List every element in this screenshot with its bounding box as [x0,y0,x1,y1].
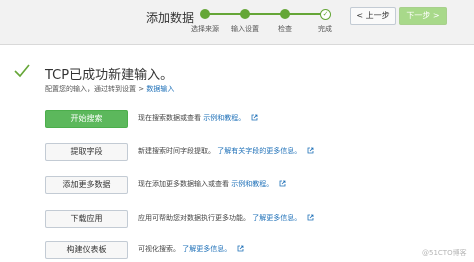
action-row-build-dashboard: 构建仪表板 可视化搜索。 了解更多信息。 [45,241,465,259]
step-2-label: 输入设置 [231,25,259,33]
action-description: 现在搜索数据或查看 示例和教程。 [138,113,258,123]
wizard-progress-line [205,13,325,15]
action-row-download-apps: 下载应用 应用可帮助您对数据执行更多功能。 了解更多信息。 [45,210,465,228]
add-more-data-button[interactable]: 添加更多数据 [45,176,128,194]
success-title: TCP已成功新建输入。 [45,68,174,83]
action-description: 现在添加更多数据输入或查看 示例和教程。 [138,179,286,189]
action-description: 可视化搜索。 了解更多信息。 [138,244,244,254]
action-description: 应用可帮助您对数据执行更多功能。 了解更多信息。 [138,213,314,223]
action-row-start-search: 开始搜索 现在搜索数据或查看 示例和教程。 [45,110,465,128]
external-link-icon[interactable] [307,147,314,154]
action-row-extract-fields: 提取字段 新建搜索时间字段提取。 了解有关字段的更多信息。 [45,143,465,161]
success-check-icon [14,64,30,78]
extract-fields-button[interactable]: 提取字段 [45,143,128,161]
next-button[interactable]: 下一步 > [399,7,447,25]
watermark: @51CTO博客 [422,249,467,257]
external-link-icon[interactable] [251,114,258,121]
step-1-dot [200,9,210,19]
external-link-icon[interactable] [279,180,286,187]
success-subtitle: 配置您的输入，通过转到设置 > 数据输入 [45,84,174,94]
download-apps-button[interactable]: 下载应用 [45,210,128,228]
action-row-add-more-data: 添加更多数据 现在添加更多数据输入或查看 示例和教程。 [45,176,465,194]
wizard-steps: ✓ 选择来源 输入设置 检查 完成 [191,6,339,36]
subtitle-text: 配置您的输入，通过转到设置 > [45,85,147,93]
examples-tutorials-link[interactable]: 示例和教程。 [231,180,273,188]
step-4-label: 完成 [318,25,332,33]
step-3-label: 检查 [278,25,292,33]
description-text: 现在搜索数据或查看 [138,114,201,122]
description-text: 新建搜索时间字段提取。 [138,147,215,155]
description-text: 应用可帮助您对数据执行更多功能。 [138,214,250,222]
description-text: 可视化搜索。 [138,245,180,253]
description-text: 现在添加更多数据输入或查看 [138,180,229,188]
header-bar: 添加数据 ✓ 选择来源 输入设置 检查 完成 < 上一步 下一步 > [0,0,474,45]
step-4-check-icon: ✓ [320,9,331,20]
data-inputs-link[interactable]: 数据输入 [146,85,174,93]
action-description: 新建搜索时间字段提取。 了解有关字段的更多信息。 [138,146,314,156]
external-link-icon[interactable] [307,214,314,221]
previous-button[interactable]: < 上一步 [350,7,396,25]
step-1-label: 选择来源 [191,25,219,33]
learn-more-link[interactable]: 了解更多信息。 [182,245,231,253]
page-title: 添加数据 [146,11,195,25]
step-3-dot [280,9,290,19]
start-search-button[interactable]: 开始搜索 [45,110,128,128]
examples-tutorials-link[interactable]: 示例和教程。 [203,114,245,122]
build-dashboard-button[interactable]: 构建仪表板 [45,241,128,259]
external-link-icon[interactable] [237,245,244,252]
learn-more-link[interactable]: 了解更多信息。 [252,214,301,222]
learn-more-fields-link[interactable]: 了解有关字段的更多信息。 [217,147,301,155]
step-2-dot [240,9,250,19]
